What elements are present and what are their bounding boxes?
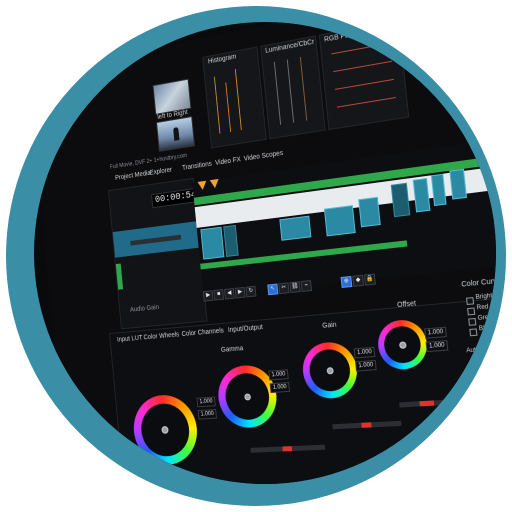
track-header-panel: 00:00:54:07 Audio Gain bbox=[108, 177, 217, 330]
timeline-marker[interactable] bbox=[209, 178, 220, 189]
lock-icon[interactable]: 🔒 bbox=[363, 273, 376, 286]
parade-line bbox=[335, 78, 395, 90]
rgb-parade-panel: RGB Parade bbox=[318, 22, 410, 131]
timeline-clip[interactable] bbox=[223, 224, 239, 257]
razor-icon[interactable]: ✂ bbox=[278, 282, 290, 295]
histogram-bar bbox=[225, 82, 232, 132]
tab-explorer[interactable]: Explorer bbox=[150, 167, 173, 177]
tab-video-scopes[interactable]: Video Scopes bbox=[243, 150, 283, 163]
luminance-panel: Luminance/CbCr bbox=[260, 35, 326, 140]
checkbox-blue[interactable] bbox=[469, 328, 478, 337]
tab-project-media[interactable]: Project Media bbox=[115, 170, 151, 182]
lift-color-wheel[interactable] bbox=[130, 393, 201, 466]
prev-frame-icon[interactable]: ◀ bbox=[223, 288, 235, 300]
checkbox-label: Brightness bbox=[475, 291, 496, 302]
select-tool-icon[interactable]: ↖ bbox=[267, 283, 279, 296]
timeline-clip[interactable] bbox=[279, 215, 312, 241]
rgb-parade-label: RGB Parade bbox=[323, 29, 363, 44]
parade-line bbox=[336, 97, 396, 108]
tab-color-wheels[interactable]: Color Wheels bbox=[143, 332, 179, 342]
parade-line bbox=[333, 60, 393, 73]
gain-label: Gain bbox=[321, 321, 337, 330]
histogram-bar bbox=[234, 69, 242, 131]
app-badge: left to Right Full Movie, DVF 2+ 1+hostb… bbox=[0, 0, 512, 512]
snap-icon[interactable]: ⌁ bbox=[300, 280, 313, 292]
checkbox-brightness[interactable] bbox=[465, 297, 475, 306]
checkbox-label: Red bbox=[476, 304, 489, 312]
histogram-bar bbox=[213, 76, 221, 134]
checkbox-green[interactable] bbox=[468, 317, 477, 326]
gain-slider-fill bbox=[361, 422, 372, 428]
tab-input-output[interactable]: Input/Output bbox=[228, 324, 263, 334]
timeline-clip[interactable] bbox=[358, 196, 381, 228]
scope-trace bbox=[286, 59, 295, 123]
color-curves-label: Color Curves bbox=[461, 277, 496, 289]
offset-color-wheel[interactable] bbox=[375, 318, 430, 371]
timeline-clip[interactable] bbox=[449, 168, 468, 200]
scope-trace bbox=[299, 57, 308, 121]
offset-slider-fill bbox=[419, 400, 435, 407]
track-color-strip bbox=[115, 263, 124, 290]
audio-gain-label: Audio Gain bbox=[129, 304, 160, 314]
histogram-panel: Histogram bbox=[202, 46, 267, 149]
color-grading-panel: Input LUT Color Wheels Color Channels In… bbox=[109, 277, 496, 484]
stop-icon[interactable]: ■ bbox=[213, 289, 225, 301]
marker-icon[interactable]: ◆ bbox=[352, 274, 365, 287]
preview-thumbnail[interactable] bbox=[156, 116, 195, 152]
histogram-label: Histogram bbox=[207, 53, 237, 66]
timeline-marker[interactable] bbox=[197, 180, 208, 191]
gamma-slider-fill bbox=[282, 446, 293, 452]
zoom-icon[interactable]: ⊕ bbox=[340, 275, 353, 288]
checkbox-red[interactable] bbox=[467, 307, 476, 316]
auto-level-button[interactable]: Auto Level bbox=[472, 356, 496, 371]
tab-input-lut[interactable]: Input LUT bbox=[117, 335, 143, 344]
tab-color-channels[interactable]: Color Channels bbox=[181, 328, 224, 338]
play-icon[interactable]: ▶ bbox=[202, 290, 214, 302]
luminance-label: Luminance/CbCr bbox=[264, 38, 315, 55]
checkbox-label: Green bbox=[477, 314, 496, 322]
editor-screen: left to Right Full Movie, DVF 2+ 1+hostb… bbox=[34, 22, 496, 484]
timeline-clip[interactable] bbox=[323, 205, 356, 237]
value-field[interactable]: 1.000 bbox=[269, 382, 291, 394]
value-field[interactable]: 1.000 bbox=[268, 369, 289, 381]
tab-transitions[interactable]: Transitions bbox=[182, 161, 212, 172]
value-field[interactable]: 1.000 bbox=[353, 346, 376, 359]
value-field[interactable]: 1.000 bbox=[197, 409, 217, 420]
timeline-clip[interactable] bbox=[390, 182, 411, 218]
gain-color-wheel[interactable] bbox=[300, 340, 360, 400]
checkbox-label: Blue bbox=[478, 325, 493, 333]
value-field[interactable]: 1.000 bbox=[424, 326, 447, 339]
next-frame-icon[interactable]: ▶ bbox=[234, 286, 246, 299]
scope-trace bbox=[273, 61, 282, 125]
loop-icon[interactable]: ↻ bbox=[245, 285, 257, 298]
value-field[interactable]: 1.000 bbox=[355, 359, 377, 372]
offset-label: Offset bbox=[396, 300, 417, 310]
gamma-label: Gamma bbox=[220, 345, 244, 354]
value-field[interactable]: 1.000 bbox=[196, 396, 216, 408]
value-field[interactable]: 1.000 bbox=[425, 340, 449, 353]
tab-video-fx[interactable]: Video FX bbox=[215, 156, 241, 166]
parade-line bbox=[331, 42, 391, 55]
timeline-clip[interactable] bbox=[200, 226, 225, 260]
link-icon[interactable]: ⛓ bbox=[289, 281, 301, 294]
auto-color-balance-label: Auto Color Balance bbox=[466, 344, 496, 355]
screen-viewport: left to Right Full Movie, DVF 2+ 1+hostb… bbox=[34, 22, 496, 484]
person-silhouette-icon bbox=[173, 126, 180, 141]
